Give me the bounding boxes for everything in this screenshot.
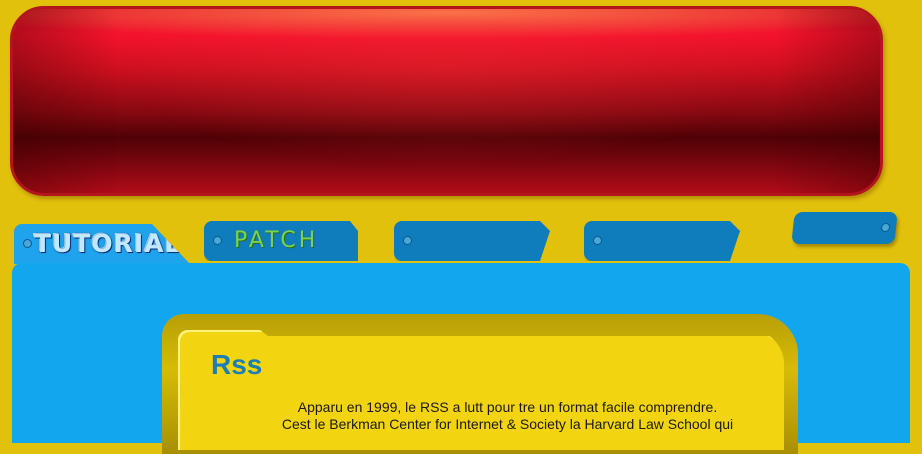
header-banner (10, 6, 883, 196)
tab-hole-icon (213, 236, 222, 245)
tab-hole-icon (880, 223, 891, 232)
article-line-1: Apparu en 1999, le RSS a lutt pour tre u… (297, 399, 718, 415)
tab-patch[interactable]: PATCH (204, 221, 358, 261)
article-title: Rss (211, 349, 263, 380)
tab-4[interactable] (584, 221, 740, 261)
tab-hole-icon (593, 236, 602, 245)
article-line-2: Cest le Berkman Center for Internet & So… (281, 416, 734, 432)
tab-hole-icon (23, 239, 32, 248)
tab-patch-label: PATCH (234, 228, 319, 253)
tab-hole-icon (403, 236, 412, 245)
tab-3[interactable] (394, 221, 550, 261)
tab-5[interactable] (791, 212, 898, 244)
tab-tutorial-label: TUTORIAL (34, 229, 182, 258)
tab-tutorial[interactable]: TUTORIAL (14, 224, 190, 264)
